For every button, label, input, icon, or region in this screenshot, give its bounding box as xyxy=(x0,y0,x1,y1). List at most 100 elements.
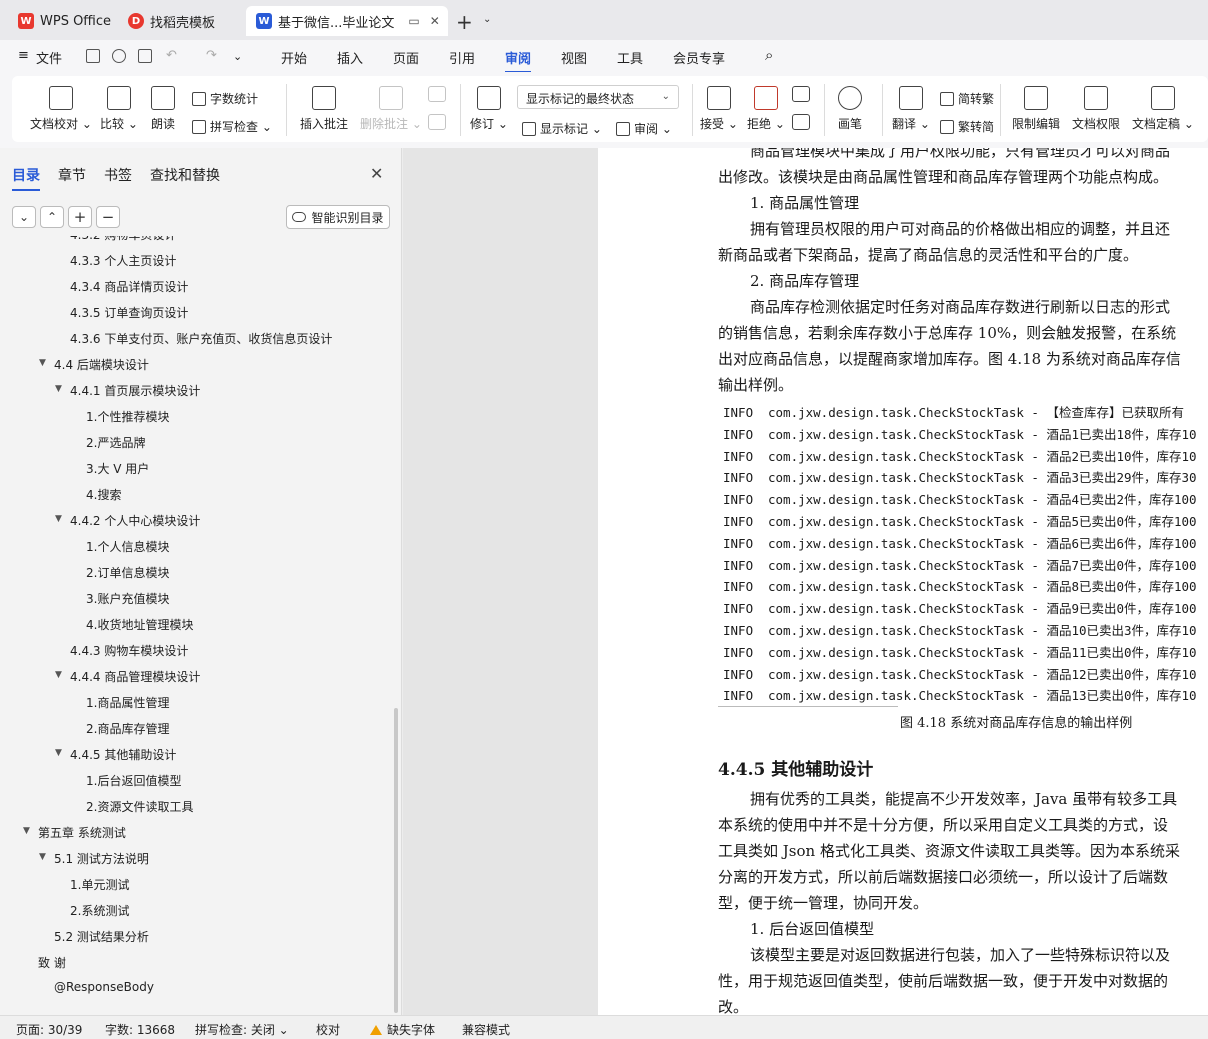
review-pane-button[interactable]: 审阅 ⌄ xyxy=(616,120,672,137)
doc-permission-button[interactable]: 文档权限 xyxy=(1072,86,1120,132)
expand-all-button[interactable]: ⌄ xyxy=(12,206,36,228)
word-count-indicator[interactable]: 字数: 13668 xyxy=(105,1021,175,1038)
word-count-button[interactable]: 字数统计 xyxy=(192,90,258,107)
restrict-edit-button[interactable]: 限制编辑 xyxy=(1012,86,1060,132)
menu-view[interactable]: 视图 xyxy=(561,48,587,67)
smart-toc-button[interactable]: 智能识别目录 xyxy=(286,205,390,229)
menu-member[interactable]: 会员专享 xyxy=(673,48,725,67)
doc-check-button[interactable]: 文档校对 ⌄ xyxy=(30,86,92,132)
document-page[interactable]: 商品管理模块中集成了用户权限功能，只有管理员才可以对商品 出修改。该模块是由商品属… xyxy=(598,148,1208,1015)
toc-item[interactable]: 2.订单信息模块 xyxy=(86,564,169,581)
menu-review[interactable]: 审阅 xyxy=(505,48,532,73)
prev-change-button[interactable] xyxy=(792,86,810,107)
proofread-status[interactable]: 校对 xyxy=(316,1021,340,1038)
toc-item[interactable]: 2.资源文件读取工具 xyxy=(86,798,193,815)
expand-toggle-icon[interactable]: ▼ xyxy=(23,826,30,836)
toc-item[interactable]: 5.2 测试结果分析 xyxy=(54,928,149,945)
add-heading-button[interactable]: + xyxy=(68,206,92,228)
toc-item[interactable]: 4.3.6 下单支付页、账户充值页、收货信息页设计 xyxy=(70,330,332,347)
missing-font-status[interactable]: 缺失字体 xyxy=(370,1021,435,1038)
share-icon[interactable] xyxy=(112,49,126,63)
chevron-down-icon[interactable]: ⌄ xyxy=(483,14,491,25)
toc-item[interactable]: 5.1 测试方法说明 xyxy=(54,850,149,867)
show-markup-button[interactable]: 显示标记 ⌄ xyxy=(522,120,602,137)
pen-button[interactable]: 画笔 xyxy=(838,86,862,132)
toc-item[interactable]: 致 谢 xyxy=(38,954,66,971)
insert-comment-button[interactable]: 插入批注 xyxy=(300,86,348,132)
window-icon[interactable]: ▭ xyxy=(408,14,419,28)
expand-toggle-icon[interactable]: ▼ xyxy=(55,748,62,758)
doc-finalize-button[interactable]: 文档定稿 ⌄ xyxy=(1132,86,1194,132)
menu-file[interactable]: 文件 xyxy=(36,48,62,67)
toc-item[interactable]: 4.3.2 购物车页设计 xyxy=(70,236,176,243)
tab-sections[interactable]: 章节 xyxy=(58,165,86,185)
expand-toggle-icon[interactable]: ▼ xyxy=(55,670,62,680)
search-icon[interactable]: ⌕ xyxy=(765,46,773,64)
menu-reference[interactable]: 引用 xyxy=(449,48,475,67)
read-aloud-button[interactable]: 朗读 xyxy=(151,86,175,132)
toc-item[interactable]: 4.4.3 购物车模块设计 xyxy=(70,642,188,659)
print-preview-icon[interactable] xyxy=(138,49,152,63)
expand-toggle-icon[interactable]: ▼ xyxy=(39,852,46,862)
toc-item[interactable]: 4.4.1 首页展示模块设计 xyxy=(70,382,200,399)
toc-item[interactable]: 1.个人信息模块 xyxy=(86,538,169,555)
translate-button[interactable]: 翻译 ⌄ xyxy=(892,86,930,132)
expand-toggle-icon[interactable]: ▼ xyxy=(55,384,62,394)
tab-toc[interactable]: 目录 xyxy=(12,165,40,191)
reject-button[interactable]: 拒绝 ⌄ xyxy=(747,86,785,132)
menu-tools[interactable]: 工具 xyxy=(617,48,643,67)
toc-item[interactable]: 4.4.4 商品管理模块设计 xyxy=(70,668,200,685)
next-change-button[interactable] xyxy=(792,114,810,135)
spell-check-status[interactable]: 拼写检查: 关闭 ⌄ xyxy=(195,1021,289,1038)
toc-item[interactable]: 4.4.2 个人中心模块设计 xyxy=(70,512,200,529)
expand-toggle-icon[interactable]: ▼ xyxy=(55,514,62,524)
new-tab-button[interactable]: + xyxy=(456,10,473,34)
to-traditional-button[interactable]: 简转繁 xyxy=(940,90,994,107)
toc-item[interactable]: 第五章 系统测试 xyxy=(38,824,126,841)
tab-bookmarks[interactable]: 书签 xyxy=(104,165,132,185)
toc-item[interactable]: 4.3.4 商品详情页设计 xyxy=(70,278,188,295)
undo-icon[interactable]: ↶ xyxy=(166,48,177,63)
collapse-all-button[interactable]: ⌃ xyxy=(40,206,64,228)
toc-item[interactable]: 4.收货地址管理模块 xyxy=(86,616,193,633)
toc-scrollbar[interactable] xyxy=(394,708,398,1013)
prev-comment-button[interactable] xyxy=(428,86,446,107)
toc-item[interactable]: 1.商品属性管理 xyxy=(86,694,169,711)
close-tab-icon[interactable]: ✕ xyxy=(430,14,440,28)
compare-button[interactable]: 比较 ⌄ xyxy=(100,86,138,132)
toc-item[interactable]: 4.搜索 xyxy=(86,486,121,503)
toc-item[interactable]: 3.大 V 用户 xyxy=(86,460,149,477)
next-comment-button[interactable] xyxy=(428,114,446,135)
expand-toggle-icon[interactable]: ▼ xyxy=(39,358,46,368)
toc-item[interactable]: 2.系统测试 xyxy=(70,902,129,919)
hamburger-icon[interactable]: ≡ xyxy=(18,48,29,63)
accept-button[interactable]: 接受 ⌄ xyxy=(700,86,738,132)
menu-insert[interactable]: 插入 xyxy=(337,48,363,67)
menu-start[interactable]: 开始 xyxy=(281,48,307,67)
toc-item[interactable]: 1.单元测试 xyxy=(70,876,129,893)
save-icon[interactable] xyxy=(86,49,100,63)
toc-item[interactable]: 1.个性推荐模块 xyxy=(86,408,169,425)
toc-item[interactable]: 2.严选品牌 xyxy=(86,434,145,451)
toc-item[interactable]: 2.商品库存管理 xyxy=(86,720,169,737)
track-changes-button[interactable]: 修订 ⌄ xyxy=(470,86,508,132)
toc-item[interactable]: 1.后台返回值模型 xyxy=(86,772,181,789)
remove-heading-button[interactable]: − xyxy=(96,206,120,228)
to-simplified-button[interactable]: 繁转简 xyxy=(940,118,994,135)
tab-wps-office[interactable]: W WPS Office xyxy=(8,6,112,36)
markup-state-select[interactable]: 显示标记的最终状态 ⌄ xyxy=(517,85,679,109)
toc-item[interactable]: 3.账户充值模块 xyxy=(86,590,169,607)
toc-item[interactable]: @ResponseBody xyxy=(54,980,154,994)
tab-find-replace[interactable]: 查找和替换 xyxy=(150,165,220,185)
toc-item[interactable]: 4.3.5 订单查询页设计 xyxy=(70,304,188,321)
tab-docer[interactable]: D 找稻壳模板 xyxy=(118,6,240,36)
spell-check-button[interactable]: 拼写检查 ⌄ xyxy=(192,118,272,135)
menu-page[interactable]: 页面 xyxy=(393,48,419,67)
chevron-down-icon[interactable]: ⌄ xyxy=(233,50,242,63)
page-indicator[interactable]: 页面: 30/39 xyxy=(16,1021,82,1038)
toc-item[interactable]: 4.4.5 其他辅助设计 xyxy=(70,746,176,763)
tab-document[interactable]: W 基于微信...毕业论文 ▭ ✕ xyxy=(246,6,448,36)
toc-item[interactable]: 4.3.3 个人主页设计 xyxy=(70,252,176,269)
close-icon[interactable]: ✕ xyxy=(370,164,383,183)
redo-icon[interactable]: ↷ xyxy=(206,48,217,63)
